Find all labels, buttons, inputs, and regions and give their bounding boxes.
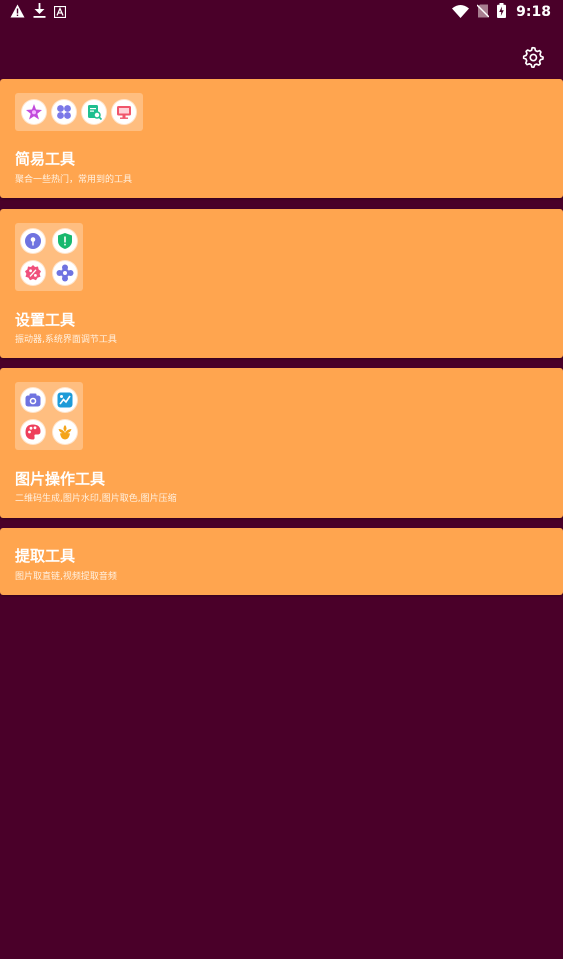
status-bar-right: 9:18 [452, 2, 551, 22]
document-search-icon [82, 100, 106, 124]
monitor-icon [112, 100, 136, 124]
alert-icon [10, 3, 25, 22]
download-icon [33, 2, 46, 22]
image-chart-icon [53, 388, 77, 412]
card-subtitle: 振动器,系统界面调节工具 [15, 335, 117, 345]
a-box-icon [53, 3, 67, 22]
palette-icon [21, 420, 45, 444]
flower-icon [53, 420, 77, 444]
card-title: 图片操作工具 [15, 470, 106, 488]
card-subtitle: 图片取直链,视频提取音频 [15, 572, 117, 582]
card-image-tools[interactable]: 图片操作工具 二维码生成,图片水印,图片取色,图片压缩 [0, 368, 563, 518]
camera-icon [21, 388, 45, 412]
shield-alert-icon [53, 229, 77, 253]
shield-key-icon [21, 229, 45, 253]
percent-badge-icon [21, 261, 45, 285]
icon-panel [15, 93, 143, 131]
card-title: 提取工具 [15, 547, 76, 565]
icon-panel [15, 382, 83, 450]
no-sim-icon [476, 3, 490, 22]
card-title: 简易工具 [15, 150, 76, 168]
status-time: 9:18 [516, 4, 551, 20]
status-bar-left [10, 2, 67, 22]
battery-charging-icon [497, 2, 507, 22]
gear-icon [522, 46, 544, 72]
flower-star-icon [22, 100, 46, 124]
status-bar: 9:18 [0, 0, 563, 24]
card-extract-tools[interactable]: 提取工具 图片取直链,视频提取音频 [0, 528, 563, 595]
clover-icon [52, 100, 76, 124]
card-subtitle: 聚合一些热门，常用到的工具 [15, 175, 133, 185]
card-simple-tools[interactable]: 简易工具 聚合一些热门，常用到的工具 [0, 79, 563, 198]
wifi-icon [452, 3, 470, 22]
card-subtitle: 二维码生成,图片水印,图片取色,图片压缩 [15, 494, 177, 504]
card-title: 设置工具 [15, 311, 76, 329]
icon-panel [15, 223, 83, 291]
card-settings-tools[interactable]: 设置工具 振动器,系统界面调节工具 [0, 209, 563, 358]
gear-flower-icon [53, 261, 77, 285]
settings-button[interactable] [520, 46, 546, 72]
